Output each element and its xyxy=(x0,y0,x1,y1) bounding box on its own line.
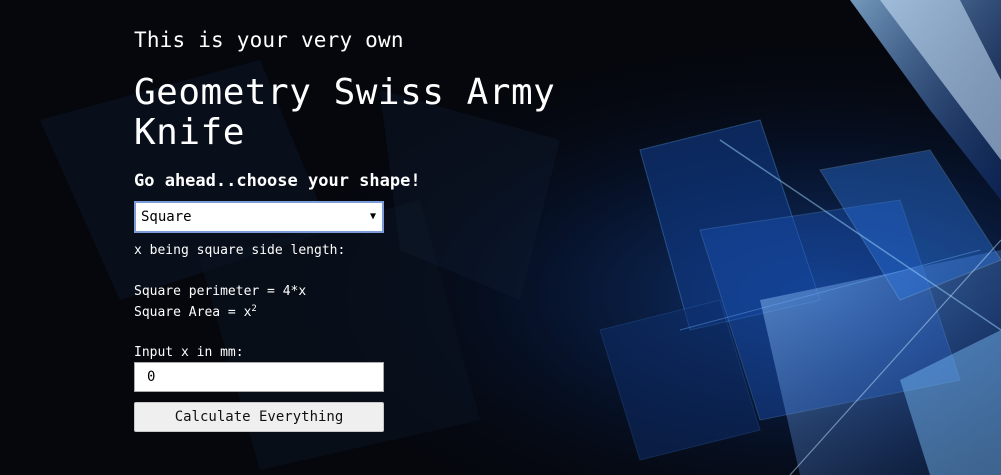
chevron-down-icon: ▼ xyxy=(369,211,376,222)
area-formula-exponent: 2 xyxy=(251,304,257,314)
side-length-input[interactable]: 0 xyxy=(134,362,384,392)
shape-prompt: Go ahead..choose your shape! xyxy=(134,171,421,191)
page-title: Geometry Swiss Army Knife xyxy=(134,72,556,153)
area-formula-text: Square Area = x xyxy=(134,305,252,320)
variable-definition: x being square side length: xyxy=(134,243,346,258)
area-formula: Square Area = x2 xyxy=(134,304,257,320)
intro-text: This is your very own xyxy=(134,28,404,52)
calculate-everything-button[interactable]: Calculate Everything xyxy=(134,402,384,432)
shape-select-value: Square xyxy=(141,209,192,225)
input-label: Input x in mm: xyxy=(134,345,244,360)
shape-select[interactable]: Square ▼ xyxy=(134,201,384,233)
perimeter-formula: Square perimeter = 4*x xyxy=(134,284,307,299)
